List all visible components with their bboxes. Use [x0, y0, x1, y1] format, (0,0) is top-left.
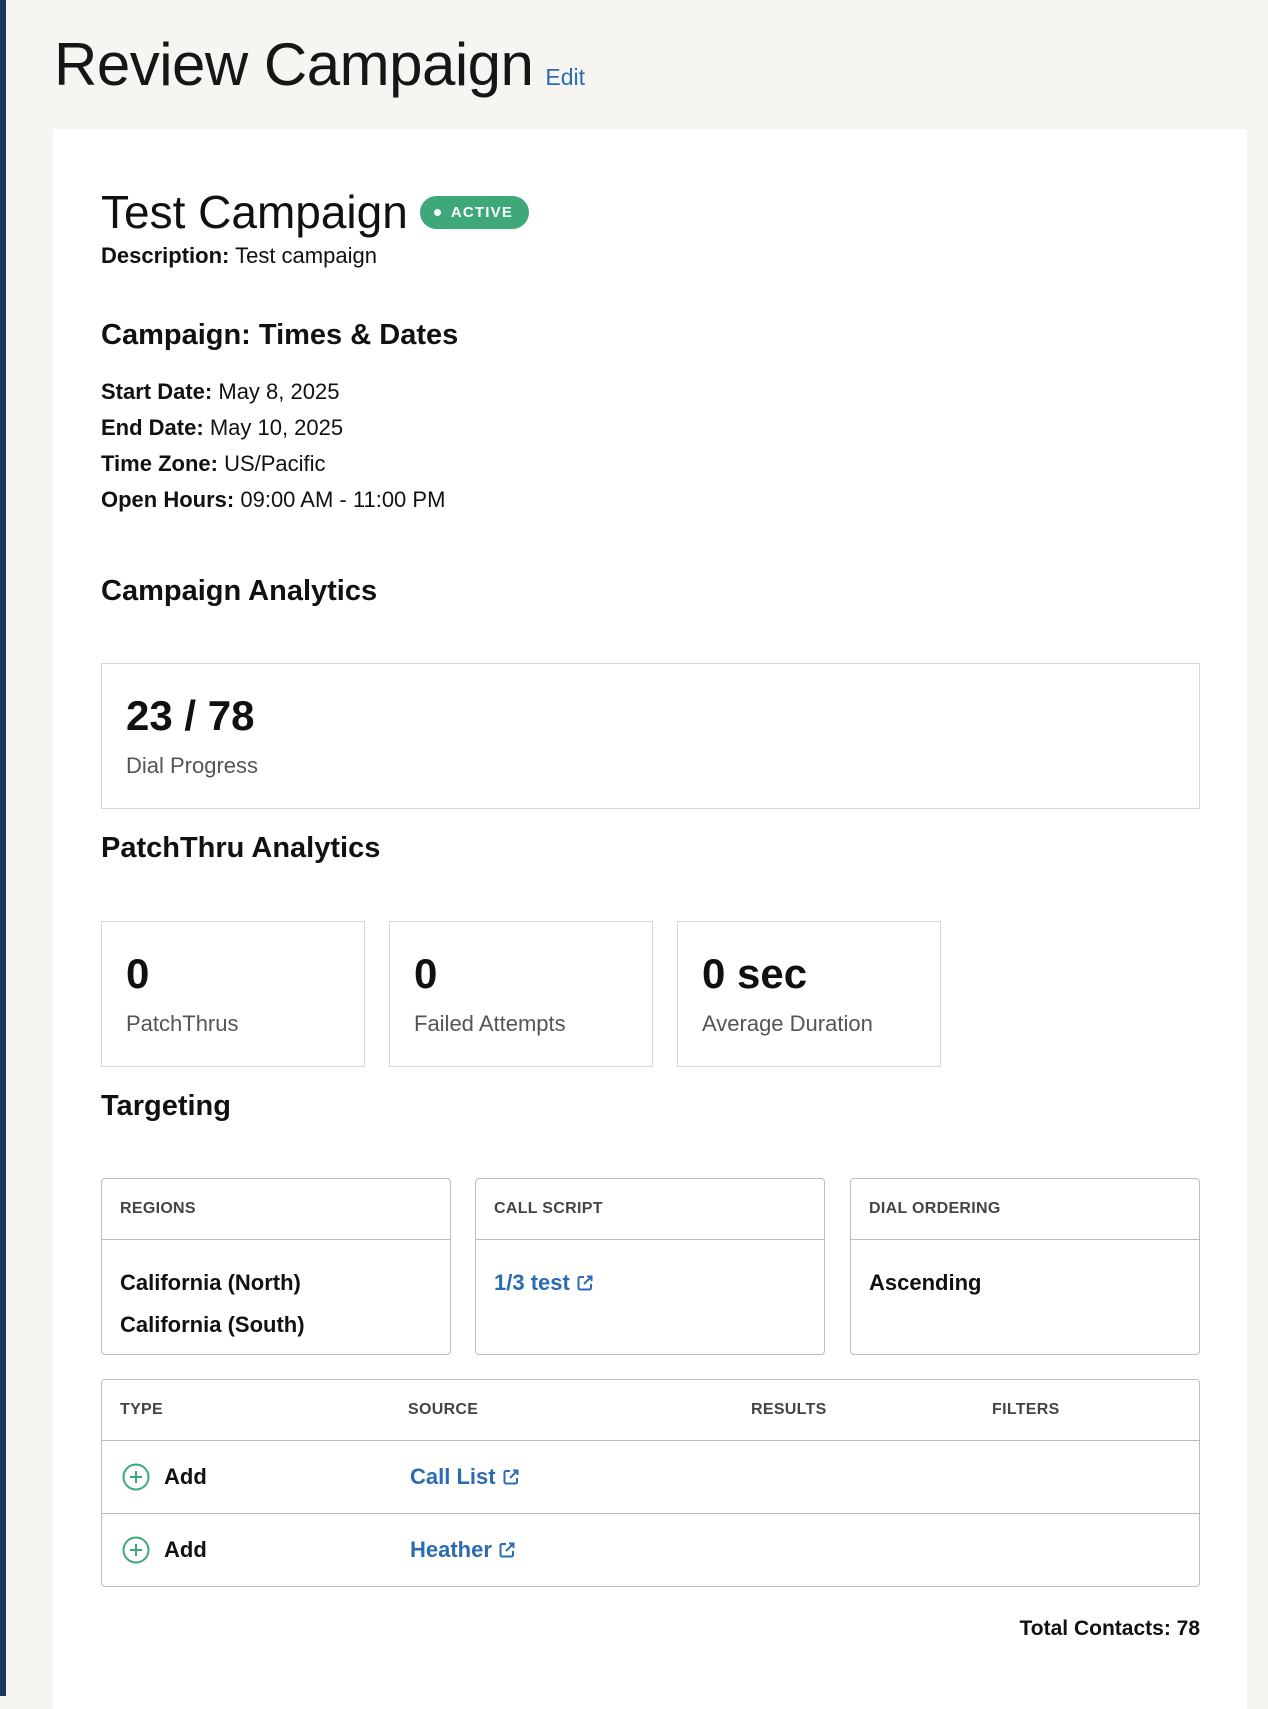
open-hours-row: Open Hours: 09:00 AM - 11:00 PM [101, 487, 445, 513]
table-header-results: RESULTS [751, 1401, 827, 1418]
open-hours-value: 09:00 AM - 11:00 PM [240, 487, 446, 512]
plus-circle-icon [122, 1536, 150, 1564]
external-link-icon [503, 1469, 519, 1485]
dial-progress-label: Dial Progress [126, 753, 259, 778]
table-header-source: SOURCE [408, 1401, 479, 1418]
call-script-link[interactable]: 1/3 test [494, 1262, 806, 1304]
external-link-icon [499, 1542, 515, 1558]
status-badge: ACTIVE [419, 195, 530, 229]
table-row: Add Heather [102, 1514, 1199, 1587]
dial-progress-value: 23 / 78 [126, 692, 255, 739]
campaign-analytics-heading: Campaign Analytics [101, 575, 378, 607]
regions-card: REGIONS California (North) California (S… [101, 1178, 451, 1355]
add-button[interactable]: Add [122, 1514, 207, 1586]
description-value: Test campaign [235, 243, 377, 268]
end-date-value: May 10, 2025 [209, 415, 344, 440]
times-heading: Campaign: Times & Dates [101, 319, 459, 351]
source-link-call-list[interactable]: Call List [410, 1441, 520, 1513]
status-label: ACTIVE [450, 203, 514, 221]
add-label: Add [164, 1537, 207, 1562]
left-sidebar-edge [0, 0, 6, 1696]
source-link-label: Call List [410, 1464, 496, 1489]
patchthrus-card: 0 PatchThrus [101, 921, 365, 1067]
campaign-name: Test Campaign [101, 186, 408, 238]
edit-link[interactable]: Edit [545, 64, 585, 91]
external-link-icon [577, 1275, 593, 1291]
time-zone-row: Time Zone: US/Pacific [101, 451, 326, 477]
open-hours-label: Open Hours: [101, 487, 235, 512]
regions-header: REGIONS [102, 1179, 450, 1240]
description-row: Description: Test campaign [101, 243, 377, 269]
source-link-label: Heather [410, 1537, 492, 1562]
targeting-heading: Targeting [101, 1090, 231, 1122]
sources-table: TYPE SOURCE RESULTS FILTERS Add Call Lis… [101, 1379, 1200, 1587]
dial-progress-card: 23 / 78 Dial Progress [101, 663, 1200, 809]
patchthrus-label: PatchThrus [126, 1011, 239, 1036]
region-item: California (North) [120, 1270, 301, 1295]
add-label: Add [164, 1464, 207, 1489]
call-script-card: CALL SCRIPT 1/3 test [475, 1178, 825, 1355]
table-row: Add Call List [102, 1441, 1199, 1514]
end-date-row: End Date: May 10, 2025 [101, 415, 343, 441]
time-zone-value: US/Pacific [224, 451, 326, 476]
failed-attempts-label: Failed Attempts [414, 1011, 566, 1036]
review-card: Test Campaign ACTIVE Description: Test c… [53, 129, 1247, 1709]
time-zone-label: Time Zone: [101, 451, 218, 476]
start-date-label: Start Date: [101, 379, 213, 404]
dial-ordering-value: Ascending [869, 1270, 982, 1295]
description-label: Description: [101, 243, 230, 268]
campaign-header: Test Campaign ACTIVE [101, 185, 530, 239]
start-date-value: May 8, 2025 [218, 379, 340, 404]
dial-ordering-header: DIAL ORDERING [851, 1179, 1199, 1240]
total-contacts: Total Contacts: 78 [1019, 1617, 1200, 1640]
failed-attempts-card: 0 Failed Attempts [389, 921, 653, 1067]
average-duration-value: 0 sec [702, 950, 808, 997]
end-date-label: End Date: [101, 415, 204, 440]
page-header: Review Campaign Edit [54, 30, 585, 99]
table-header-filters: FILTERS [992, 1401, 1060, 1418]
failed-attempts-value: 0 [414, 950, 438, 997]
add-button[interactable]: Add [122, 1441, 207, 1513]
patchthru-heading: PatchThru Analytics [101, 832, 381, 864]
dial-ordering-card: DIAL ORDERING Ascending [850, 1178, 1200, 1355]
page-title: Review Campaign [54, 31, 534, 98]
patchthrus-value: 0 [126, 950, 150, 997]
region-item: California (South) [120, 1312, 305, 1337]
table-header-type: TYPE [120, 1401, 163, 1418]
call-script-link-label: 1/3 test [494, 1270, 570, 1295]
start-date-row: Start Date: May 8, 2025 [101, 379, 339, 405]
call-script-header: CALL SCRIPT [476, 1179, 824, 1240]
table-header-row: TYPE SOURCE RESULTS FILTERS [102, 1380, 1199, 1441]
plus-circle-icon [122, 1463, 150, 1491]
average-duration-card: 0 sec Average Duration [677, 921, 941, 1067]
average-duration-label: Average Duration [702, 1011, 873, 1036]
status-dot-icon [433, 208, 441, 216]
source-link-heather[interactable]: Heather [410, 1514, 516, 1586]
